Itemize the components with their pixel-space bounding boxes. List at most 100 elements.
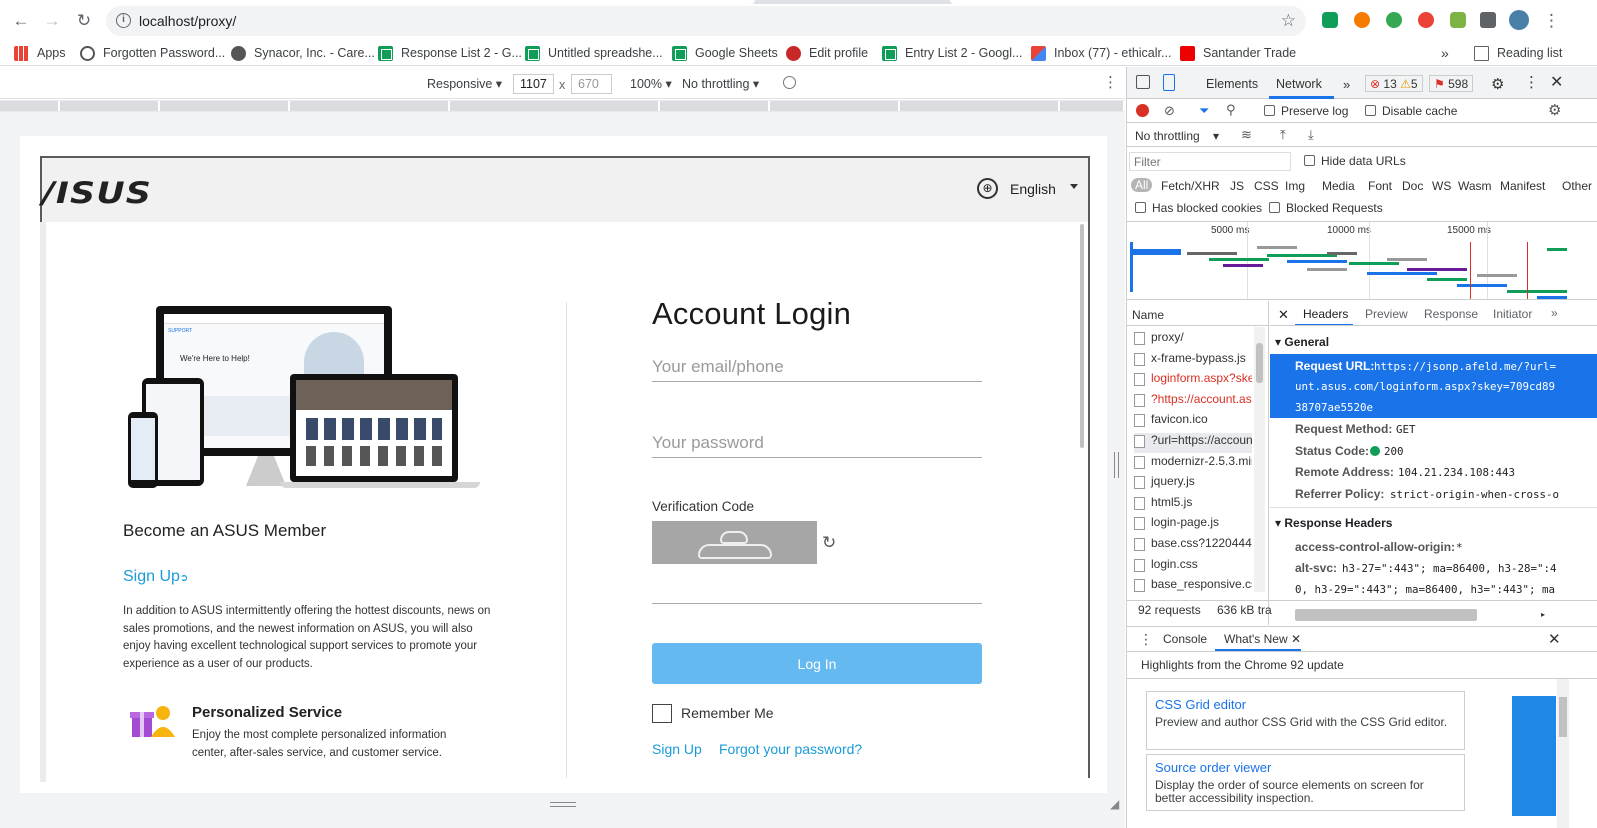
request-row[interactable]: proxy/ [1134,330,1252,350]
device-toggle-icon[interactable] [1163,74,1175,91]
tab-preview[interactable]: Preview [1365,307,1408,321]
clear-icon[interactable]: ⊘ [1164,103,1175,119]
extension-red-icon[interactable] [1418,12,1434,28]
export-har-icon[interactable]: ⤓ [1308,127,1314,143]
request-row[interactable]: x-frame-bypass.js [1134,351,1252,371]
login-button[interactable]: Log In [652,643,982,684]
extension-orange-icon[interactable] [1354,12,1370,28]
request-list-scrollbar[interactable] [1254,327,1265,592]
network-overview-timeline[interactable]: 5000 ms 10000 ms 15000 ms [1127,221,1597,300]
request-row[interactable]: login-page.js [1134,515,1252,535]
bookmark-google-sheets[interactable]: Google Sheets [672,43,778,63]
close-detail-icon[interactable]: ✕ [1278,307,1289,323]
tab-initiator[interactable]: Initiator [1493,307,1532,321]
language-selector[interactable]: English [1010,181,1056,197]
extensions-puzzle-icon[interactable] [1480,12,1496,28]
whats-new-card[interactable]: CSS Grid editor Preview and author CSS G… [1146,691,1465,750]
disable-cache-checkbox[interactable] [1365,105,1376,116]
refresh-captcha-icon[interactable]: ↻ [822,533,836,553]
asus-logo[interactable]: /ISUS [42,176,152,210]
forgot-password-link[interactable]: Forgot your password? [719,741,862,757]
corner-resize-handle[interactable]: ◢ [1110,797,1119,811]
bookmark-untitled-spreadsheet[interactable]: Untitled spreadshe... [525,43,663,63]
request-row[interactable]: modernizr-2.5.3.min [1134,454,1252,474]
email-field[interactable] [652,352,982,382]
request-row[interactable]: jquery.js [1134,474,1252,494]
extension-mail-icon[interactable] [1322,12,1338,28]
network-filter-input[interactable] [1129,152,1291,171]
drawer-scrollbar[interactable] [1557,679,1569,828]
throttle-dropdown[interactable]: No throttling ▾ [682,76,759,91]
extension-leaf-icon[interactable] [1450,12,1466,28]
network-conditions-icon[interactable]: ≋ [1241,127,1252,143]
name-column-header[interactable]: Name [1132,308,1164,322]
devtools-menu-icon[interactable]: ⋮ [1524,73,1539,91]
type-all[interactable]: All [1131,178,1153,192]
bookmark-edit-profile[interactable]: Edit profile [786,43,868,63]
tab-headers[interactable]: Headers [1303,307,1348,321]
type-ws[interactable]: WS [1432,179,1451,193]
type-other[interactable]: Other [1562,179,1592,193]
throttling-dropdown[interactable]: No throttling ▾ [1135,129,1219,143]
request-row[interactable]: ?https://account.asu [1134,392,1252,412]
scroll-right-icon[interactable]: ▸ [1541,610,1545,619]
type-media[interactable]: Media [1322,179,1355,193]
reload-icon[interactable]: ↻ [73,10,95,32]
drawer-menu-icon[interactable]: ⋮ [1139,631,1153,648]
bookmark-forgotten-password[interactable]: Forgotten Password... [80,43,225,63]
back-icon[interactable]: ← [10,10,32,32]
signup-link-large[interactable]: Sign Up➲ [123,568,188,586]
height-resize-handle[interactable] [550,802,576,807]
browser-menu-icon[interactable]: ⋮ [1543,11,1560,31]
bookmark-entry-list[interactable]: Entry List 2 - Googl... [882,43,1022,63]
filter-icon[interactable]: ⏷ [1199,103,1209,119]
request-row[interactable]: base.css?1220444 [1134,536,1252,556]
import-har-icon[interactable]: ⤒ [1280,127,1286,143]
tab-whats-new[interactable]: What's New ✕ [1224,632,1301,646]
devtools-settings-icon[interactable]: ⚙ [1491,75,1504,93]
type-doc[interactable]: Doc [1402,179,1423,193]
forward-icon[interactable]: → [41,10,63,32]
general-section[interactable]: ▾ General [1275,335,1329,349]
request-row[interactable]: base_responsive.css [1134,577,1252,597]
type-img[interactable]: Img [1285,179,1305,193]
device-more-icon[interactable]: ⋮ [1103,73,1118,91]
address-bar[interactable]: i localhost/proxy/ ☆ [106,6,1306,36]
tab-response[interactable]: Response [1424,307,1478,321]
card-title[interactable]: Source order viewer [1155,760,1271,775]
tab-console[interactable]: Console [1163,632,1207,646]
request-row[interactable]: html5.js [1134,495,1252,515]
card-title[interactable]: CSS Grid editor [1155,697,1246,712]
bookmark-santander[interactable]: Santander Trade [1180,43,1296,63]
responsive-dropdown[interactable]: Responsive ▾ [427,76,502,91]
site-info-icon[interactable]: i [116,13,131,28]
request-row[interactable]: login.css [1134,557,1252,577]
password-field[interactable] [652,428,982,458]
bookmark-star-icon[interactable]: ☆ [1281,11,1296,31]
close-drawer-icon[interactable]: ✕ [1548,630,1561,648]
record-icon[interactable] [1136,104,1149,117]
whats-new-card[interactable]: Source order viewer Display the order of… [1146,754,1465,811]
type-js[interactable]: JS [1230,179,1244,193]
remember-me-checkbox[interactable] [652,704,672,723]
width-resize-handle[interactable] [1114,452,1119,478]
bookmark-synacor[interactable]: Synacor, Inc. - Care... [231,43,375,63]
rotate-icon[interactable] [783,76,796,89]
type-font[interactable]: Font [1368,179,1392,193]
console-counts[interactable]: ⊗ 13 ⚠5 [1365,75,1423,92]
close-devtools-icon[interactable]: ✕ [1550,72,1563,92]
tab-elements[interactable]: Elements [1206,77,1258,91]
type-manifest[interactable]: Manifest [1500,179,1545,193]
type-wasm[interactable]: Wasm [1458,179,1492,193]
bookmark-apps[interactable]: Apps [14,43,66,63]
signup-link[interactable]: Sign Up [652,741,702,757]
reading-list-button[interactable]: Reading list [1474,43,1562,63]
request-row[interactable]: favicon.ico [1134,412,1252,432]
chevron-down-icon[interactable] [1070,184,1078,189]
tab-network[interactable]: Network [1276,77,1322,91]
response-headers-section[interactable]: ▾ Response Headers [1275,516,1392,530]
request-row[interactable]: loginform.aspx?skey [1134,371,1252,391]
iframe-scrollbar[interactable] [1080,224,1084,448]
preserve-log-checkbox[interactable] [1264,105,1275,116]
more-detail-tabs-icon[interactable]: » [1551,306,1558,320]
